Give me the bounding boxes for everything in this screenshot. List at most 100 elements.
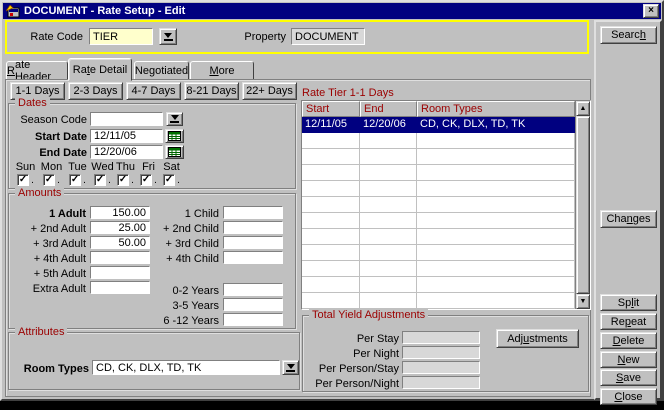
day-sun: Sun ✓.	[13, 161, 38, 186]
per-stay-field[interactable]	[402, 331, 480, 344]
per-night-field[interactable]	[402, 346, 480, 359]
tab-negotiated[interactable]: Negotiated	[134, 61, 189, 80]
adult-4-label: + 4th Adult	[9, 253, 86, 265]
age-0-2-field[interactable]	[223, 283, 283, 296]
lov-dropdown-icon	[286, 364, 295, 372]
column-header-room-types[interactable]: Room Types	[417, 101, 575, 117]
table-row-empty[interactable]	[302, 181, 575, 197]
attributes-group: Attributes Room Types CD, CK, DLX, TD, T…	[8, 332, 300, 390]
column-header-end[interactable]: End	[360, 101, 417, 117]
search-button[interactable]: Search	[600, 26, 657, 44]
day-tab-4-7[interactable]: 4-7 Days	[126, 82, 181, 100]
delete-button[interactable]: Delete	[600, 332, 657, 349]
day-tue: Tue ✓.	[65, 161, 90, 186]
column-header-start[interactable]: Start	[302, 101, 360, 117]
mon-checkbox[interactable]: ✓	[43, 174, 55, 186]
table-row-empty[interactable]	[302, 229, 575, 245]
rate-code-field[interactable]: TIER	[89, 28, 153, 45]
day-tab-8-21[interactable]: 8-21 Days	[184, 82, 239, 100]
child-1-label: 1 Child	[119, 208, 219, 220]
close-button[interactable]: Close	[600, 388, 657, 405]
adult-5-field[interactable]	[90, 266, 150, 279]
table-row-empty[interactable]	[302, 197, 575, 213]
split-button[interactable]: Split	[600, 294, 657, 311]
dates-group: Dates Season Code Start Date 12/11/05 En…	[8, 103, 296, 189]
day-label: Thu	[113, 161, 138, 173]
tue-checkbox[interactable]: ✓	[69, 174, 81, 186]
table-row-empty[interactable]	[302, 149, 575, 165]
start-date-label: Start Date	[9, 131, 87, 143]
scrollbar-thumb[interactable]	[576, 116, 590, 294]
day-label: Fri	[136, 161, 161, 173]
rate-tier-grid: Start End Room Types 12/11/05 12/20/06 C…	[301, 100, 591, 310]
per-night-label: Per Night	[303, 348, 399, 360]
rate-code-lov-button[interactable]	[159, 28, 177, 45]
close-icon[interactable]: ×	[643, 4, 659, 18]
save-button[interactable]: Save	[600, 369, 657, 386]
table-row-empty[interactable]	[302, 277, 575, 293]
dot: .	[83, 175, 86, 186]
changes-button[interactable]: Changes	[600, 210, 657, 228]
end-date-calendar-button[interactable]	[165, 145, 184, 159]
table-row-empty[interactable]	[302, 293, 575, 309]
day-wed: Wed ✓.	[90, 161, 115, 186]
window-title: DOCUMENT - Rate Setup - Edit	[24, 5, 185, 17]
repeat-button[interactable]: Repeat	[600, 313, 657, 330]
cell-room-types: CD, CK, DLX, TD, TK	[417, 117, 575, 133]
scroll-down-icon[interactable]: ▼	[576, 294, 590, 309]
table-row-empty[interactable]	[302, 165, 575, 181]
adult-1-label: 1 Adult	[9, 208, 86, 220]
wed-checkbox[interactable]: ✓	[94, 174, 106, 186]
age-6-12-label: 6 -12 Years	[119, 315, 219, 327]
new-button[interactable]: New	[600, 351, 657, 368]
day-label: Sat	[159, 161, 184, 173]
child-2-field[interactable]	[223, 221, 283, 234]
end-date-field[interactable]: 12/20/06	[90, 145, 163, 159]
adjustments-button[interactable]: Adjustments	[496, 329, 579, 348]
age-3-5-label: 3-5 Years	[119, 300, 219, 312]
room-types-lov-button[interactable]	[282, 360, 299, 375]
table-row-empty[interactable]	[302, 261, 575, 277]
sat-checkbox[interactable]: ✓	[163, 174, 175, 186]
tab-rate-header[interactable]: Rate Header	[6, 61, 68, 80]
dates-group-title: Dates	[15, 97, 50, 109]
fri-checkbox[interactable]: ✓	[140, 174, 152, 186]
calendar-icon	[168, 147, 181, 157]
tab-rate-detail[interactable]: Rate Detail	[68, 58, 132, 81]
day-tab-2-3[interactable]: 2-3 Days	[68, 82, 123, 100]
age-3-5-field[interactable]	[223, 298, 283, 311]
room-types-field[interactable]: CD, CK, DLX, TD, TK	[92, 360, 280, 375]
start-date-calendar-button[interactable]	[165, 129, 184, 143]
season-code-lov-button[interactable]	[166, 112, 183, 126]
amounts-group-title: Amounts	[15, 187, 64, 199]
grid-scrollbar[interactable]: ▲ ▼	[575, 101, 590, 309]
sun-checkbox[interactable]: ✓	[17, 174, 29, 186]
app-icon	[6, 5, 20, 18]
attributes-group-title: Attributes	[15, 326, 67, 338]
day-label: Wed	[90, 161, 115, 173]
table-row-selected[interactable]: 12/11/05 12/20/06 CD, CK, DLX, TD, TK	[302, 117, 575, 133]
age-6-12-field[interactable]	[223, 313, 283, 326]
day-label: Tue	[65, 161, 90, 173]
tab-more[interactable]: More	[190, 61, 254, 80]
thu-checkbox[interactable]: ✓	[117, 174, 129, 186]
titlebar: DOCUMENT - Rate Setup - Edit ×	[3, 3, 661, 19]
table-row-empty[interactable]	[302, 245, 575, 261]
per-person-night-field[interactable]	[402, 376, 480, 389]
start-date-field[interactable]: 12/11/05	[90, 129, 163, 143]
per-person-stay-field[interactable]	[402, 361, 480, 374]
scroll-up-icon[interactable]: ▲	[576, 101, 590, 116]
child-1-field[interactable]	[223, 206, 283, 219]
dot: .	[31, 175, 34, 186]
table-row-empty[interactable]	[302, 133, 575, 149]
child-4-field[interactable]	[223, 251, 283, 264]
season-code-field[interactable]	[90, 112, 163, 126]
day-label: Sun	[13, 161, 38, 173]
room-types-label: Room Types	[9, 363, 89, 375]
rate-detail-content: 1-1 Days 2-3 Days 4-7 Days 8-21 Days 22+…	[5, 79, 591, 397]
day-fri: Fri ✓.	[136, 161, 161, 186]
child-3-field[interactable]	[223, 236, 283, 249]
day-tab-22plus[interactable]: 22+ Days	[242, 82, 297, 100]
dot: .	[131, 175, 134, 186]
table-row-empty[interactable]	[302, 213, 575, 229]
